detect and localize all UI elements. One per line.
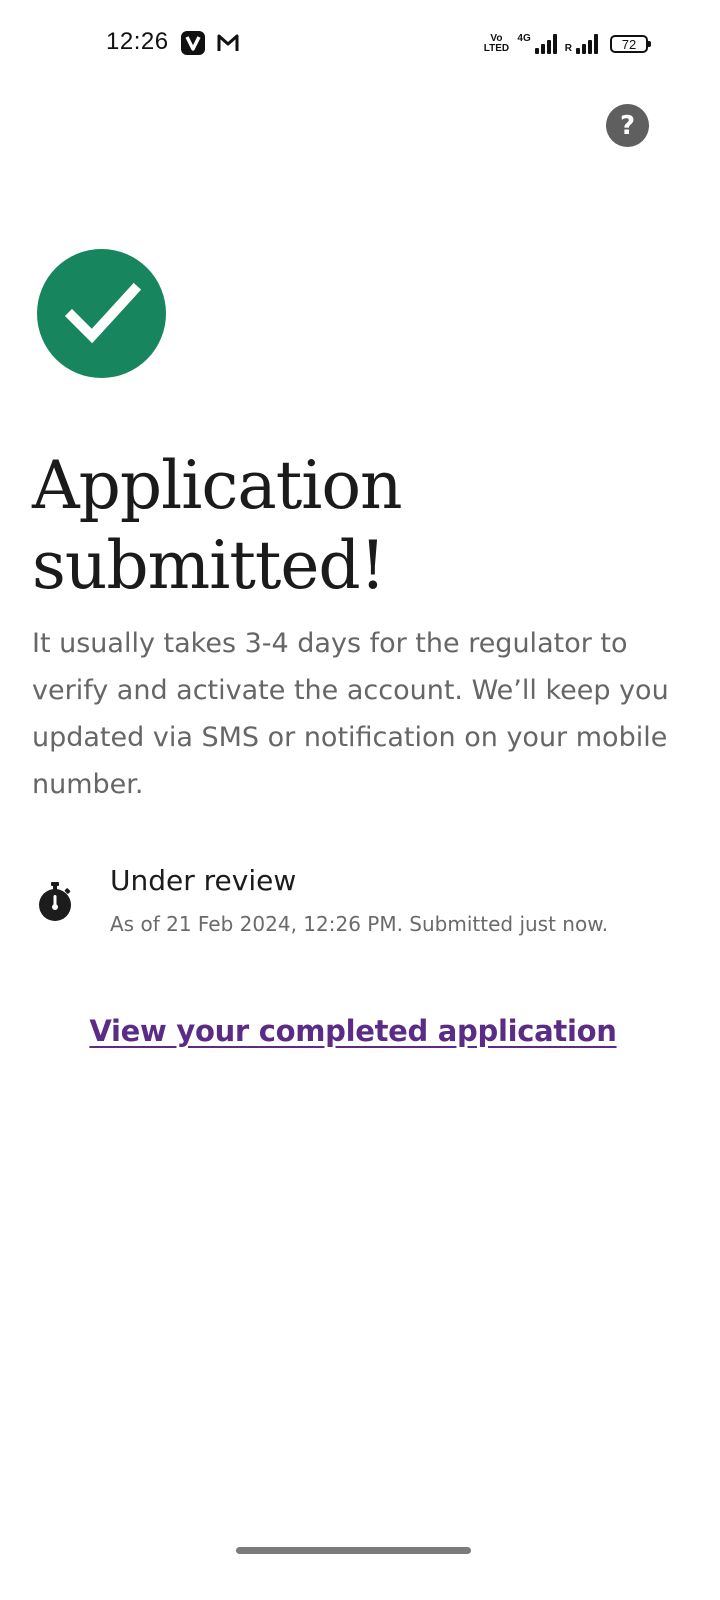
status-title: Under review: [110, 864, 297, 897]
battery-level: 72: [621, 36, 637, 52]
volte-icon: Vo LTED: [483, 33, 510, 54]
network-type-label: 4G: [517, 33, 531, 44]
page-title: Application submitted!: [32, 447, 403, 604]
status-indicators: Vo LTED 4G R 72: [483, 30, 651, 58]
status-bar: 12:26 Vo LTED 4G R 72: [0, 0, 720, 90]
home-indicator[interactable]: [236, 1547, 471, 1554]
gmail-icon: [216, 31, 240, 55]
success-check-badge: [37, 249, 166, 378]
help-button[interactable]: ?: [606, 104, 649, 147]
help-icon: ?: [619, 110, 636, 141]
sim1-signal-icon: 4G: [517, 33, 557, 54]
status-timestamp: As of 21 Feb 2024, 12:26 PM. Submitted j…: [110, 912, 609, 936]
description-text: It usually takes 3-4 days for the regula…: [32, 628, 669, 800]
sim2-signal-icon: R: [565, 34, 598, 54]
vi-app-icon: [181, 31, 205, 55]
status-time: 12:26: [106, 28, 169, 55]
check-icon: [64, 282, 141, 343]
view-application-link[interactable]: View your completed application: [0, 1014, 706, 1048]
timer-icon: [39, 882, 71, 921]
application-status: Under review As of 21 Feb 2024, 12:26 PM…: [36, 860, 696, 950]
battery-icon: 72: [610, 35, 651, 53]
roaming-label: R: [564, 43, 572, 54]
